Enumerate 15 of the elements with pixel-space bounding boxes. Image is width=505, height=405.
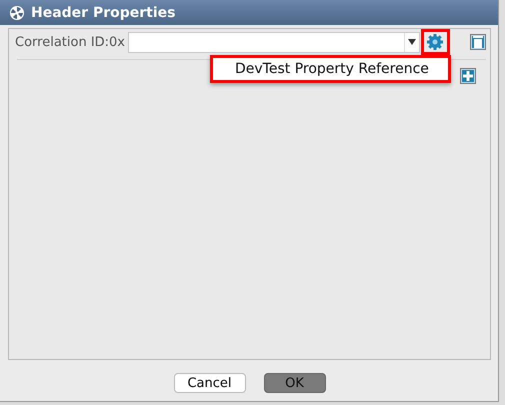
correlation-id-field[interactable] [128,32,420,52]
menu-item[interactable]: DevTest Property Reference [210,55,451,83]
dropdown-button[interactable] [404,32,419,52]
caret-icon [408,39,416,45]
field-label: Correlation ID:0x [15,34,126,50]
plus-icon [463,71,473,81]
window-title: Header Properties [31,4,176,20]
cancel-button[interactable]: Cancel [174,373,246,393]
trash-icon [473,36,484,48]
wheel-icon [9,4,25,20]
gear-icon [426,33,444,51]
add-button[interactable] [460,68,476,84]
gear-button[interactable] [420,29,450,55]
delete-button[interactable] [470,34,486,50]
ok-button[interactable]: OK [264,373,326,393]
